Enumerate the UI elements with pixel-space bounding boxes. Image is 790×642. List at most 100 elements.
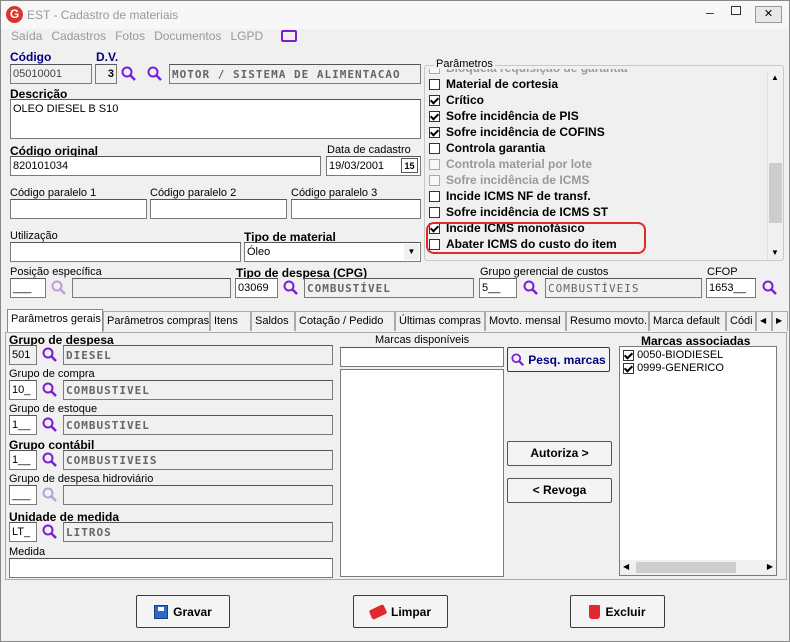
search-icon[interactable] <box>42 487 58 503</box>
checkbox[interactable] <box>429 191 440 203</box>
posicao-field[interactable]: ___ <box>10 278 46 298</box>
descricao-field[interactable]: OLEO DIESEL B S10 <box>10 99 421 139</box>
checkbox[interactable] <box>429 159 440 171</box>
parametro-item[interactable]: Sofre incidência de ICMS <box>429 173 589 189</box>
tipo-material-select[interactable]: Óleo <box>244 242 421 262</box>
menu-fotos[interactable]: Fotos <box>115 29 145 43</box>
maximize-icon[interactable] <box>731 6 741 15</box>
search-icon[interactable] <box>51 280 67 296</box>
checkbox[interactable] <box>429 95 440 107</box>
marcas-search-input[interactable] <box>340 347 504 367</box>
checkbox[interactable] <box>429 143 440 155</box>
menu-saida[interactable]: Saída <box>11 29 42 43</box>
parametro-label: Incide ICMS NF de transf. <box>446 189 591 203</box>
gravar-label: Gravar <box>173 604 212 619</box>
close-button[interactable]: ✕ <box>755 6 782 23</box>
tab-marca-default[interactable]: Marca default <box>649 311 726 331</box>
checkbox[interactable] <box>623 362 634 374</box>
tab-parametros-gerais[interactable]: Parâmetros gerais <box>7 309 103 333</box>
utilizacao-field[interactable] <box>10 242 241 262</box>
grupo-hidro-code[interactable]: ___ <box>9 485 37 505</box>
parametros-scrollbar[interactable]: ▲ ▼ <box>767 71 782 259</box>
search-icon[interactable] <box>42 347 58 363</box>
autoriza-button[interactable]: Autoriza > <box>507 441 612 466</box>
parametro-item[interactable]: Bloqueia requisição de garantia <box>429 69 627 77</box>
parametro-item[interactable]: Controla garantia <box>429 141 545 157</box>
parametro-item[interactable]: Incide ICMS NF de transf. <box>429 189 591 205</box>
parametro-item[interactable]: Sofre incidência de COFINS <box>429 125 605 141</box>
grupo-contabil-code[interactable]: 1__ <box>9 450 37 470</box>
limpar-button[interactable]: Limpar <box>353 595 448 628</box>
tab-ultimas-compras[interactable]: Últimas compras <box>395 311 485 331</box>
checkbox[interactable] <box>429 79 440 91</box>
search-icon[interactable] <box>121 66 137 82</box>
checkbox[interactable] <box>623 349 634 361</box>
marcas-associadas-list[interactable]: 0050-BIODIESEL 0999-GENERICO ◀ ▶ <box>619 346 777 576</box>
search-icon[interactable] <box>42 452 58 468</box>
tab-scroll-right-icon[interactable]: ▶ <box>772 311 788 331</box>
parametro-item[interactable]: Material de cortesia <box>429 77 558 93</box>
chevron-down-icon[interactable]: ▼ <box>404 244 419 260</box>
paralelo2-field[interactable] <box>150 199 287 219</box>
search-icon[interactable] <box>42 524 58 540</box>
list-item[interactable]: 0999-GENERICO <box>623 362 724 374</box>
revoga-button[interactable]: < Revoga <box>507 478 612 503</box>
checkbox[interactable] <box>429 127 440 139</box>
menu-documentos[interactable]: Documentos <box>154 29 221 43</box>
tab-cotacao-pedido[interactable]: Cotação / Pedido <box>295 311 395 331</box>
search-icon[interactable] <box>523 280 539 296</box>
codigo-field[interactable]: 05010001 <box>10 64 92 84</box>
grupo-compra-code[interactable]: 10_ <box>9 380 37 400</box>
search-icon[interactable] <box>762 280 778 296</box>
dv-field[interactable]: 3 <box>95 64 117 84</box>
grupo-hidro-label: Grupo de despesa hidroviário <box>9 473 154 485</box>
marcas-disponiveis-list[interactable] <box>340 369 504 577</box>
tipo-despesa-code[interactable]: 03069 <box>235 278 278 298</box>
medida-field[interactable] <box>9 558 333 578</box>
grupo-estoque-code[interactable]: 1__ <box>9 415 37 435</box>
horizontal-scrollbar[interactable]: ◀ ▶ <box>620 560 776 575</box>
scroll-thumb[interactable] <box>636 562 736 573</box>
grupo-despesa-code[interactable]: 501 <box>9 345 37 365</box>
parametro-label: Controla material por lote <box>446 157 593 171</box>
parametro-item[interactable]: Sofre incidência de PIS <box>429 109 579 125</box>
checkbox[interactable] <box>429 111 440 123</box>
paralelo1-field[interactable] <box>10 199 147 219</box>
tab-movto-mensal[interactable]: Movto. mensal <box>485 311 566 331</box>
tab-resumo-movto[interactable]: Resumo movto. <box>566 311 649 331</box>
codigo-original-field[interactable]: 820101034 <box>10 156 321 176</box>
menu-lgpd[interactable]: LGPD <box>230 29 263 43</box>
tab-saldos[interactable]: Saldos <box>251 311 295 331</box>
search-icon[interactable] <box>42 417 58 433</box>
excluir-label: Excluir <box>605 604 646 619</box>
parametro-item[interactable]: Controla material por lote <box>429 157 592 173</box>
cfop-field[interactable]: 1653__ <box>706 278 756 298</box>
checkbox[interactable] <box>429 69 440 75</box>
tab-itens[interactable]: Itens <box>210 311 251 331</box>
minimize-icon[interactable]: – <box>706 4 714 20</box>
tab-parametros-compras[interactable]: Parâmetros compras <box>103 311 210 331</box>
checkbox[interactable] <box>429 175 440 187</box>
pesq-marcas-button[interactable]: Pesq. marcas <box>507 347 610 372</box>
scroll-thumb[interactable] <box>769 163 782 223</box>
paralelo3-label: Código paralelo 3 <box>291 187 378 199</box>
search-icon[interactable] <box>147 66 163 82</box>
excluir-button[interactable]: Excluir <box>570 595 665 628</box>
search-icon[interactable] <box>42 382 58 398</box>
monitor-icon[interactable] <box>281 30 297 42</box>
parametro-label: Controla garantia <box>446 141 546 155</box>
search-icon[interactable] <box>283 280 299 296</box>
parametro-item[interactable]: Crítico <box>429 93 484 109</box>
parametro-item[interactable]: Sofre incidência de ICMS ST <box>429 205 608 221</box>
grupo-gerencial-code[interactable]: 5__ <box>479 278 517 298</box>
menu-cadastros[interactable]: Cadastros <box>51 29 106 43</box>
calendar-icon[interactable]: 15 <box>401 158 418 173</box>
tab-scroll-left-icon[interactable]: ◀ <box>756 311 772 331</box>
checkbox[interactable] <box>429 207 440 219</box>
list-item[interactable]: 0050-BIODIESEL <box>623 349 723 361</box>
trash-icon <box>589 604 601 619</box>
paralelo3-field[interactable] <box>291 199 421 219</box>
gravar-button[interactable]: Gravar <box>136 595 230 628</box>
tab-codigos[interactable]: Códi <box>726 311 756 331</box>
unidade-code[interactable]: LT_ <box>9 522 37 542</box>
